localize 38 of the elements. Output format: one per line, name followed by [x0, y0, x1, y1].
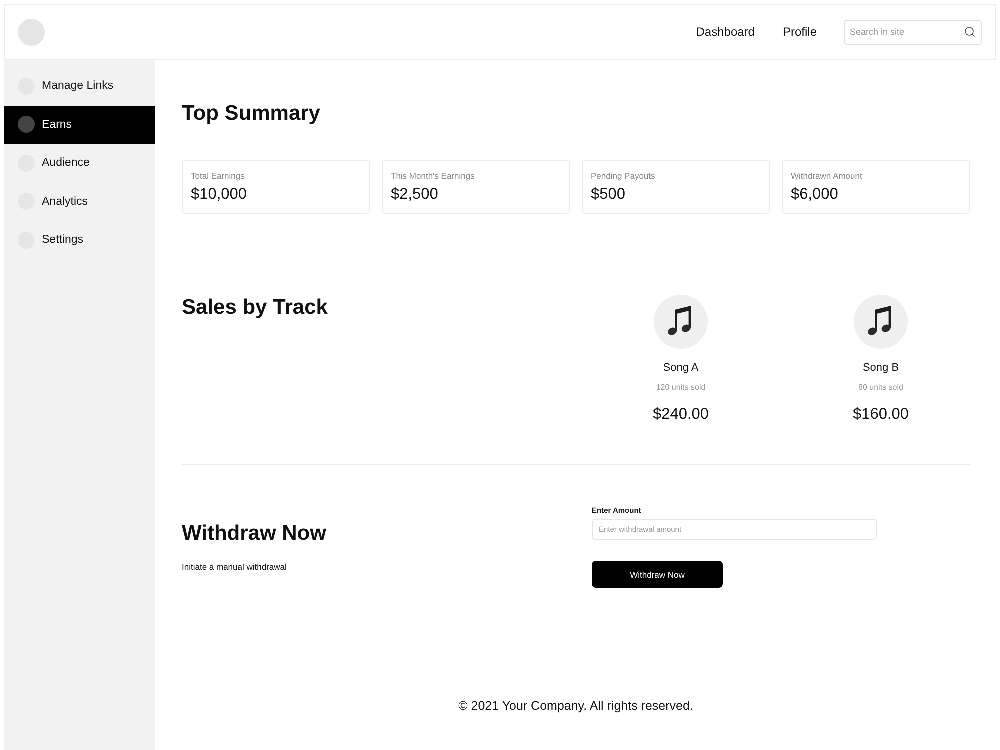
- logo-icon: [18, 18, 45, 46]
- track-name: Song A: [663, 361, 699, 375]
- card-label: Pending Payouts: [591, 170, 656, 182]
- sidebar-item[interactable]: Settings: [4, 221, 155, 260]
- nav-link[interactable]: Profile: [782, 25, 817, 39]
- track-name: Song B: [862, 361, 900, 375]
- search-field[interactable]: Search in site: [844, 20, 982, 44]
- search-icon: [964, 26, 976, 38]
- card-value: $500: [591, 185, 626, 205]
- nav-link[interactable]: Dashboard: [696, 25, 755, 39]
- music-note-icon: [654, 295, 708, 349]
- card-value: $2,500: [391, 185, 438, 205]
- card-value: $10,000: [191, 185, 248, 205]
- sidebar-item-label: Analytics: [42, 196, 88, 208]
- withdraw-button[interactable]: Withdraw Now: [592, 561, 723, 588]
- music-note-icon: [854, 295, 908, 349]
- card-label: Total Earnings: [191, 170, 245, 182]
- copyright-text: © 2021 Your Company. All rights reserved.: [458, 698, 694, 714]
- track-amount: $240.00: [652, 405, 710, 425]
- sidebar-item-label: Earns: [42, 118, 72, 131]
- sidebar-item-label: Settings: [42, 234, 84, 246]
- sidebar-item[interactable]: Analytics: [4, 182, 155, 221]
- track-amount: $160.00: [852, 405, 910, 425]
- units-sold: 80 units sold: [858, 382, 904, 393]
- section-subtitle: Initiate a manual withdrawal: [182, 562, 287, 573]
- card-label: This Month's Earnings: [391, 170, 475, 182]
- section-title: Sales by Track: [182, 295, 328, 321]
- sidebar-item[interactable]: Earns: [4, 106, 155, 144]
- dot-icon: [18, 116, 35, 134]
- card-label: Withdrawn Amount: [791, 170, 862, 182]
- sidebar-item-label: Audience: [42, 157, 90, 170]
- sidebar-item[interactable]: Audience: [4, 144, 155, 182]
- units-sold: 120 units sold: [656, 382, 706, 393]
- sidebar-item-label: Manage Links: [42, 80, 114, 92]
- card-value: $6,000: [791, 185, 838, 205]
- section-title: Withdraw Now: [182, 521, 326, 547]
- section-title: Top Summary: [182, 101, 320, 127]
- sidebar-item[interactable]: Manage Links: [4, 67, 155, 106]
